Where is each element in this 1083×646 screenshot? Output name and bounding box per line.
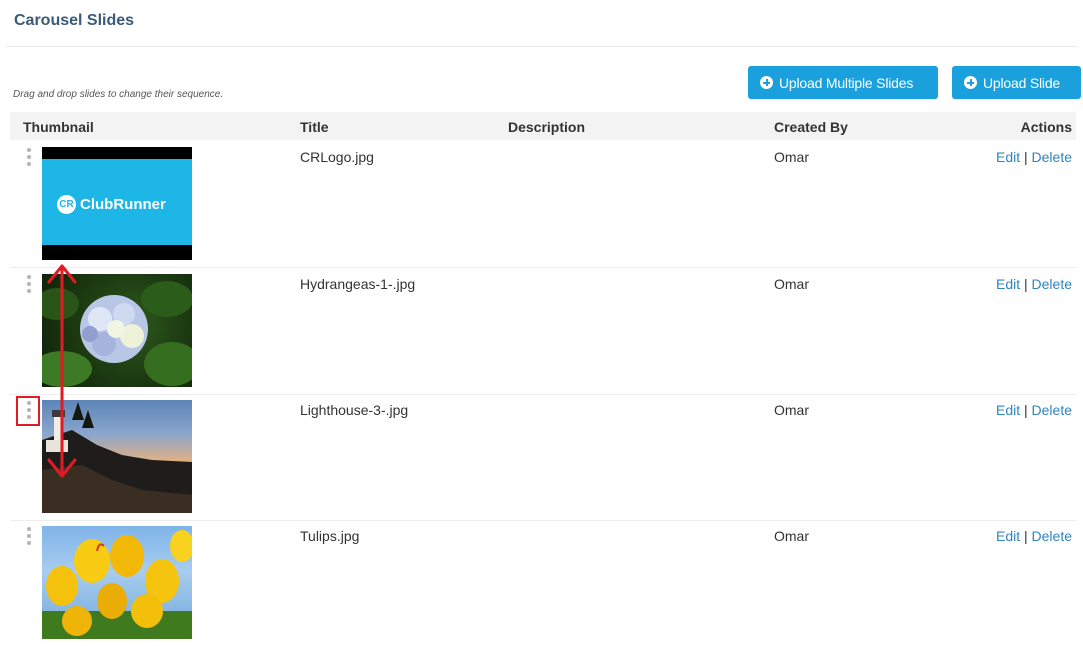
table-row: CR ClubRunner CRLogo.jpg Omar Edit | Del… xyxy=(10,141,1076,268)
table-header: Thumbnail Title Description Created By A… xyxy=(10,112,1076,140)
slide-created-by: Omar xyxy=(774,528,809,544)
slide-title: Hydrangeas-1-.jpg xyxy=(300,276,416,292)
slide-thumbnail xyxy=(42,400,192,513)
slide-created-by: Omar xyxy=(774,402,809,418)
edit-link[interactable]: Edit xyxy=(996,528,1020,544)
slide-title: CRLogo.jpg xyxy=(300,149,374,165)
slide-created-by: Omar xyxy=(774,149,809,165)
edit-link[interactable]: Edit xyxy=(996,402,1020,418)
lighthouse-image xyxy=(42,402,192,513)
row-actions: Edit | Delete xyxy=(995,402,1072,418)
table-row: Hydrangeas-1-.jpg Omar Edit | Delete xyxy=(10,268,1076,395)
table-row: Lighthouse-3-.jpg Omar Edit | Delete xyxy=(10,394,1076,521)
upload-multiple-slides-button[interactable]: Upload Multiple Slides xyxy=(748,66,938,99)
column-header-title: Title xyxy=(300,119,329,135)
column-header-created-by: Created By xyxy=(774,119,848,135)
slide-created-by: Omar xyxy=(774,276,809,292)
upload-multiple-slides-label: Upload Multiple Slides xyxy=(779,74,914,91)
drag-handle-icon[interactable] xyxy=(27,527,31,548)
upload-slide-label: Upload Slide xyxy=(983,74,1060,91)
drag-handle-highlight-box xyxy=(16,396,40,426)
hydrangea-image xyxy=(42,281,192,387)
slide-title: Lighthouse-3-.jpg xyxy=(300,402,409,418)
slide-thumbnail xyxy=(42,526,192,639)
row-actions: Edit | Delete xyxy=(995,528,1072,544)
drag-hint: Drag and drop slides to change their seq… xyxy=(13,89,224,100)
clubrunner-logo-text: ClubRunner xyxy=(80,196,166,213)
plus-circle-icon xyxy=(964,76,977,89)
column-header-thumbnail: Thumbnail xyxy=(23,119,94,135)
slide-thumbnail xyxy=(42,274,192,387)
table-row: Tulips.jpg Omar Edit | Delete xyxy=(10,520,1076,646)
slide-thumbnail: CR ClubRunner xyxy=(42,147,192,260)
tulips-image xyxy=(42,530,192,639)
clubrunner-logo-badge: CR xyxy=(57,195,76,214)
edit-link[interactable]: Edit xyxy=(996,149,1020,165)
column-header-actions: Actions xyxy=(1020,119,1072,135)
column-header-description: Description xyxy=(508,119,586,135)
row-actions: Edit | Delete xyxy=(995,149,1072,165)
plus-circle-icon xyxy=(760,76,773,89)
page-title: Carousel Slides xyxy=(14,12,135,29)
edit-link[interactable]: Edit xyxy=(996,276,1020,292)
row-actions: Edit | Delete xyxy=(995,276,1072,292)
upload-slide-button[interactable]: Upload Slide xyxy=(952,66,1081,99)
slide-title: Tulips.jpg xyxy=(300,528,360,544)
drag-handle-icon[interactable] xyxy=(27,275,31,296)
header-divider xyxy=(6,46,1077,47)
delete-link[interactable]: Delete xyxy=(1032,402,1072,418)
delete-link[interactable]: Delete xyxy=(1032,276,1072,292)
delete-link[interactable]: Delete xyxy=(1032,149,1072,165)
drag-handle-icon[interactable] xyxy=(27,148,31,169)
delete-link[interactable]: Delete xyxy=(1032,528,1072,544)
